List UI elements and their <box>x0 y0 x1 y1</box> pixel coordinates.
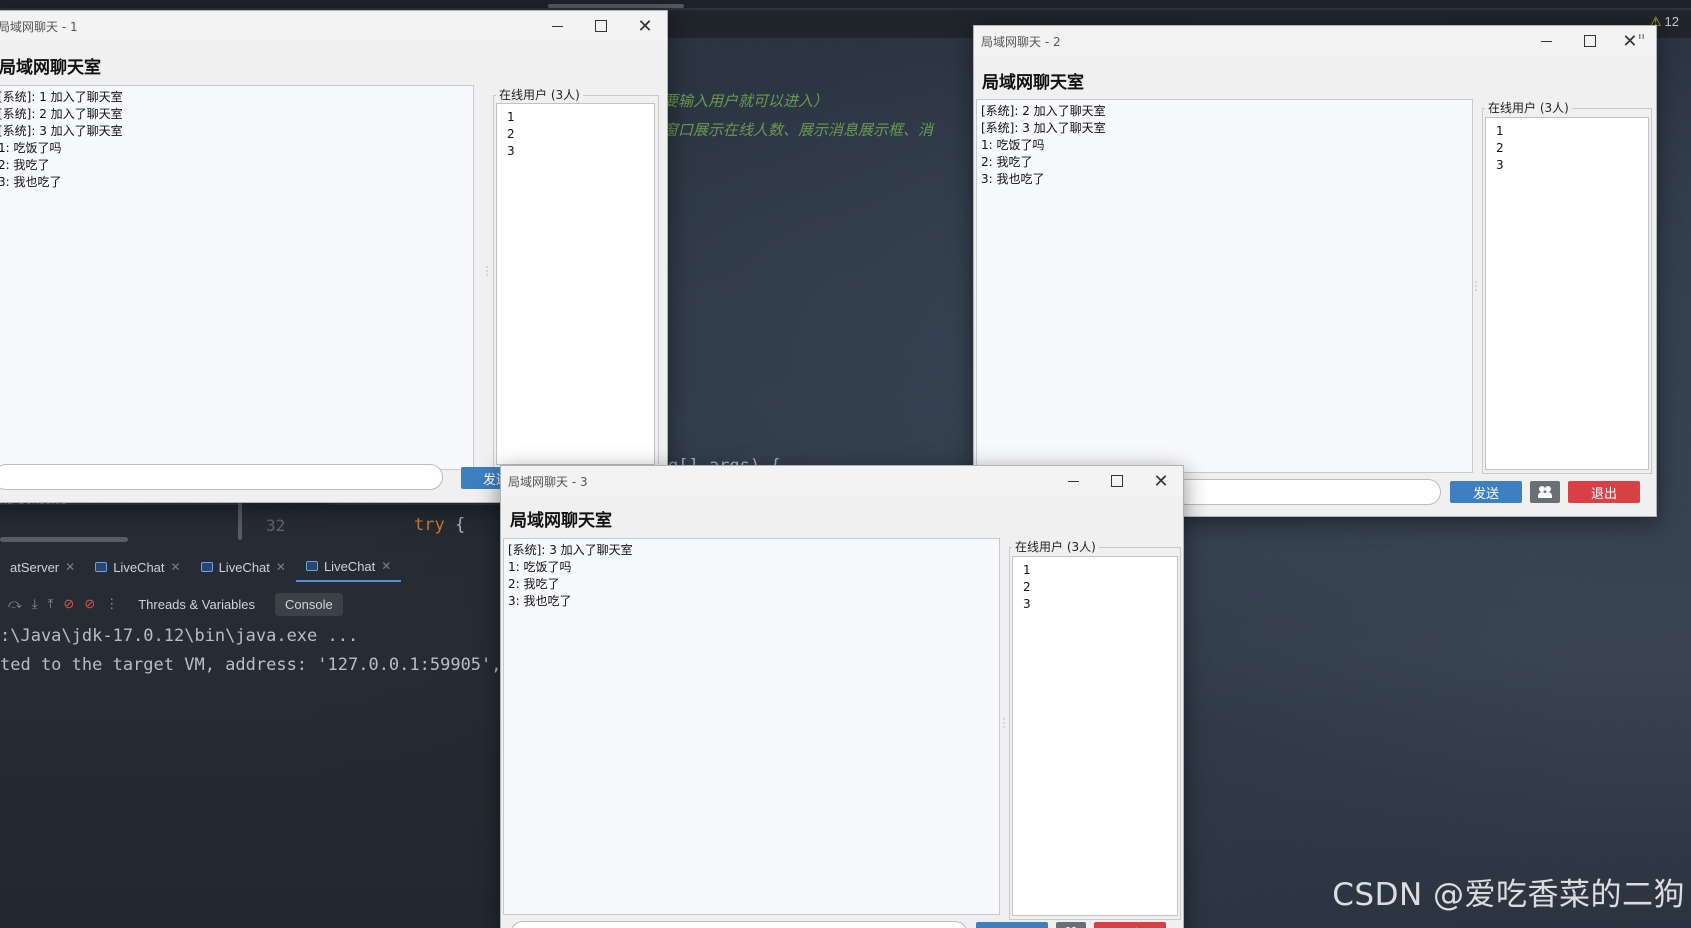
split-pane-divider[interactable]: · · · <box>1002 716 1006 733</box>
run-tab-livechat-1[interactable]: LiveChat ✕ <box>85 552 190 582</box>
send-button[interactable]: 发送 <box>976 922 1048 928</box>
split-pane-divider[interactable]: · · · <box>1474 279 1478 296</box>
console-output-line-1: :\Java\jdk-17.0.12\bin\java.exe ... <box>0 626 359 646</box>
debug-toolbar: ⤼ ⤓ ⤒ ⊘ ⊘ ⋮ Threads & Variables Console <box>0 588 500 620</box>
console-output-line-2: ted to the target VM, address: '127.0.0.… <box>0 655 522 675</box>
window-title: 局域网聊天 - 1 <box>0 19 78 34</box>
users-button[interactable] <box>1056 922 1086 928</box>
close-icon[interactable]: ✕ <box>1139 466 1183 496</box>
chat-room-title: 局域网聊天室 <box>0 58 101 78</box>
run-tab-livechat-3[interactable]: LiveChat ✕ <box>295 552 402 582</box>
online-users-label: 在线用户 (3人) <box>496 86 583 103</box>
online-users-list[interactable]: 1 2 3 <box>496 103 655 465</box>
app-window-icon <box>305 561 318 571</box>
message-display[interactable]: [系统]: 1 加入了聊天室 [系统]: 2 加入了聊天室 [系统]: 3 加入… <box>0 85 474 470</box>
step-out-icon[interactable]: ⤒ <box>48 596 54 612</box>
minimize-icon[interactable] <box>535 11 579 41</box>
exit-button[interactable]: 退出 <box>1094 922 1166 928</box>
chat-window-2: 局域网聊天 - 2 ✕" 局域网聊天室 [系统]: 2 加入了聊天室 [系统]:… <box>973 25 1657 517</box>
panel-scrollbar[interactable] <box>0 537 128 542</box>
stop-icon[interactable]: ⊘ <box>63 596 74 612</box>
threads-variables-tab[interactable]: Threads & Variables <box>128 593 265 616</box>
maximize-icon[interactable] <box>1095 466 1139 496</box>
app-window-icon <box>95 562 108 572</box>
ide-top-bar <box>0 0 1691 8</box>
close-tab-icon[interactable]: ✕ <box>171 560 181 574</box>
maximize-icon[interactable] <box>579 11 623 41</box>
close-tab-icon[interactable]: ✕ <box>381 559 391 573</box>
close-icon[interactable]: ✕ <box>623 11 667 41</box>
ide-horizontal-scrollbar[interactable] <box>548 4 684 8</box>
minimize-icon[interactable] <box>1524 26 1568 56</box>
minimize-icon[interactable] <box>1051 466 1095 496</box>
maximize-icon[interactable] <box>1568 26 1612 56</box>
run-tabs: atServer ✕ LiveChat ✕ LiveChat ✕ LiveChat ✕ <box>0 552 500 582</box>
code-comment-line-2: 窗口展示在线人数、展示消息展示框、消 <box>663 121 934 139</box>
online-users-label: 在线用户 (3人) <box>1485 99 1572 116</box>
close-icon[interactable]: ✕" <box>1612 26 1656 56</box>
chat-window-3: 局域网聊天 - 3 ✕ 局域网聊天室 [系统]: 3 加入了聊天室 1: 吃饭了… <box>500 465 1184 928</box>
users-button[interactable] <box>1530 481 1560 503</box>
code-try-keyword: try <box>414 515 445 535</box>
run-tab-livechat-2[interactable]: LiveChat ✕ <box>191 552 296 582</box>
window-title: 局域网聊天 - 2 <box>981 34 1061 49</box>
window-titlebar[interactable]: 局域网聊天 - 3 ✕ <box>501 466 1183 496</box>
console-tab[interactable]: Console <box>275 592 343 616</box>
mute-breakpoints-icon[interactable]: ⊘ <box>84 596 95 612</box>
watermark: CSDN @爱吃香菜的二狗 <box>1332 877 1685 913</box>
split-pane-divider[interactable]: · · · <box>485 264 489 281</box>
online-users-label: 在线用户 (3人) <box>1012 538 1099 555</box>
step-into-icon[interactable]: ⤓ <box>32 596 38 612</box>
line-number: 32 <box>266 516 286 535</box>
window-title: 局域网聊天 - 3 <box>508 474 588 489</box>
message-input[interactable] <box>0 464 443 490</box>
exit-button[interactable]: 退出 <box>1568 481 1640 503</box>
run-tab-atserver[interactable]: atServer ✕ <box>0 552 85 582</box>
more-options-icon[interactable]: ⋮ <box>105 596 118 612</box>
panel-vertical-scrollbar[interactable] <box>238 500 242 540</box>
window-titlebar[interactable]: 局域网聊天 - 1 ✕ <box>0 11 667 41</box>
chat-room-title: 局域网聊天室 <box>982 73 1084 93</box>
online-users-list[interactable]: 1 2 3 <box>1485 117 1649 470</box>
message-display[interactable]: [系统]: 3 加入了聊天室 1: 吃饭了吗 2: 我吃了 3: 我也吃了 <box>503 538 1000 915</box>
send-button[interactable]: 发送 <box>1450 481 1522 503</box>
close-tab-icon[interactable]: ✕ <box>65 560 75 574</box>
chat-room-title: 局域网聊天室 <box>510 511 612 531</box>
close-tab-icon[interactable]: ✕ <box>276 560 286 574</box>
message-display[interactable]: [系统]: 2 加入了聊天室 [系统]: 3 加入了聊天室 1: 吃饭了吗 2:… <box>976 99 1473 473</box>
users-icon <box>1538 486 1552 498</box>
message-input[interactable] <box>510 921 968 928</box>
code-line-try: try { <box>414 515 465 535</box>
code-try-brace: { <box>444 515 466 535</box>
chat-window-1: 局域网聊天 - 1 ✕ 局域网聊天室 [系统]: 1 加入了聊天室 [系统]: … <box>0 10 668 503</box>
code-comment-line-1: 要输入用户就可以进入） <box>663 92 829 110</box>
step-over-icon[interactable]: ⤼ <box>8 596 22 612</box>
online-users-list[interactable]: 1 2 3 <box>1012 556 1178 916</box>
app-window-icon <box>200 562 213 572</box>
message-input[interactable] <box>1174 479 1441 505</box>
window-titlebar[interactable]: 局域网聊天 - 2 ✕" <box>974 26 1656 56</box>
